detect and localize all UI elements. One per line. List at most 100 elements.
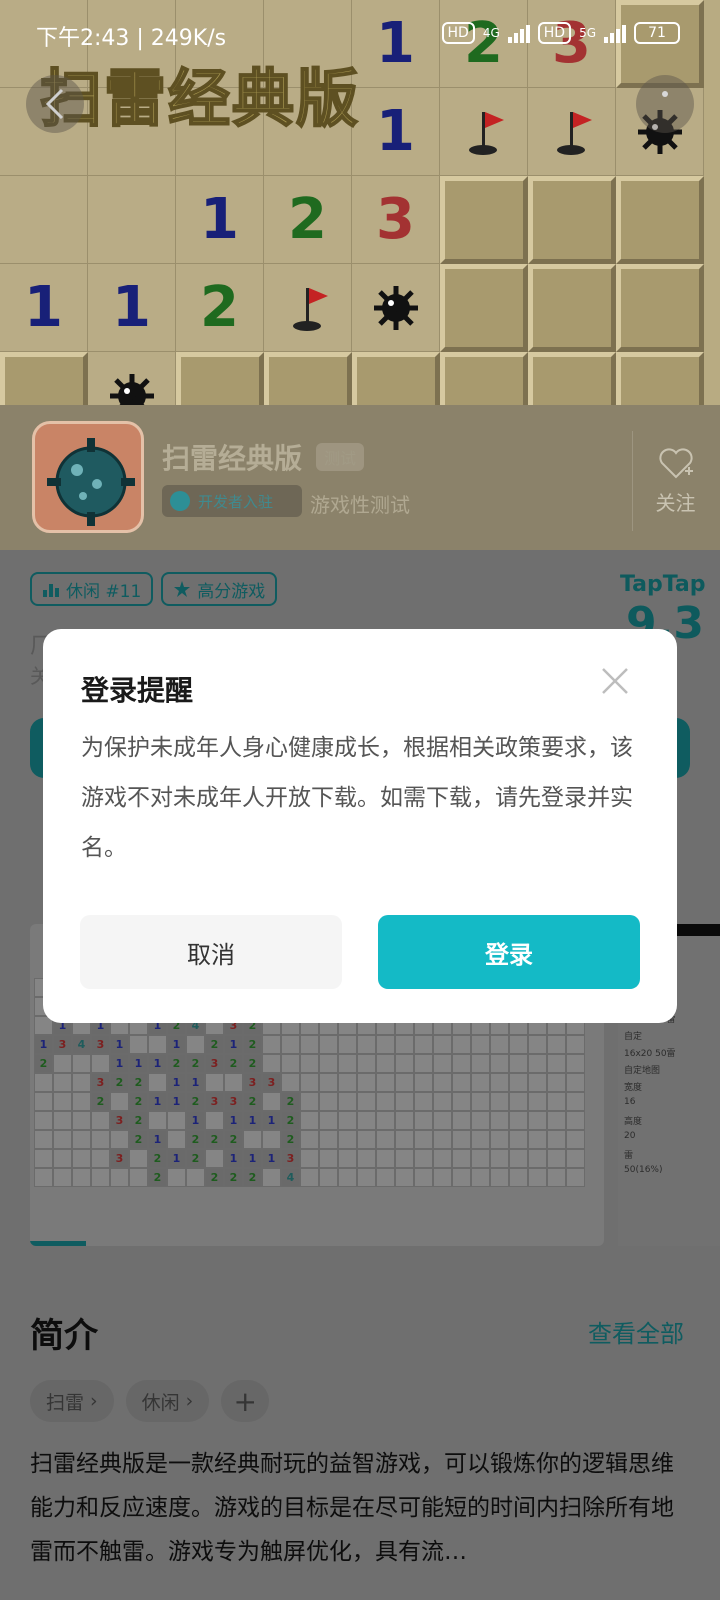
chip-casual[interactable]: 休闲 › (125, 1380, 210, 1422)
mini-cell: 1 (243, 1111, 262, 1130)
mini-cell (433, 1054, 452, 1073)
login-button[interactable]: 登录 (378, 915, 640, 989)
mini-cell (471, 1035, 490, 1054)
view-all-link[interactable]: 查看全部 (588, 1314, 684, 1349)
hidden-cell (176, 352, 264, 405)
mini-cell (452, 1035, 471, 1054)
mini-cell (395, 1149, 414, 1168)
chevron-left-icon (45, 88, 64, 120)
mini-cell: 2 (186, 1092, 205, 1111)
mini-cell (547, 1073, 566, 1092)
mini-cell (148, 1073, 167, 1092)
mini-cell (300, 1130, 319, 1149)
mini-cell: 3 (53, 1035, 72, 1054)
mini-cell (281, 1073, 300, 1092)
mini-cell (490, 1130, 509, 1149)
mini-cell (300, 1111, 319, 1130)
side-label: 宽度 (624, 1083, 643, 1093)
mini-cell (167, 1168, 186, 1187)
app-icon (32, 421, 144, 533)
hd-badge-2: HD (537, 22, 572, 44)
chip-minesweeper-label: 扫雷 (46, 1391, 85, 1414)
mini-cell (452, 1168, 471, 1187)
app-name: 扫雷经典版 (162, 442, 303, 475)
mini-cell (91, 1054, 110, 1073)
mini-cell: 2 (243, 1092, 262, 1111)
plus-icon: + (233, 1384, 257, 1418)
mini-cell (91, 1130, 110, 1149)
tag-high-score[interactable]: 高分游戏 (161, 572, 278, 606)
mini-cell (566, 1073, 585, 1092)
mini-cell: 2 (205, 1168, 224, 1187)
mini-cell (452, 1111, 471, 1130)
mini-cell: 1 (148, 1054, 167, 1073)
mini-cell (319, 1054, 338, 1073)
mini-cell (53, 1168, 72, 1187)
side-label: 自定地图 (624, 1066, 661, 1076)
mini-cell (414, 1168, 433, 1187)
mini-cell (452, 1149, 471, 1168)
cancel-button[interactable]: 取消 (80, 915, 342, 989)
mini-cell: 3 (281, 1149, 300, 1168)
mini-cell (433, 1149, 452, 1168)
tag-rank[interactable]: 休闲 #11 (30, 572, 154, 606)
mini-cell (471, 1130, 490, 1149)
mini-cell: 1 (243, 1149, 262, 1168)
mini-cell (547, 1035, 566, 1054)
close-icon[interactable] (599, 665, 631, 697)
mini-cell (72, 1130, 91, 1149)
mini-cell (319, 1130, 338, 1149)
mini-cell: 1 (129, 1054, 148, 1073)
mini-cell (471, 1054, 490, 1073)
follow-button[interactable]: 关注 (632, 431, 718, 531)
mini-cell (566, 1054, 585, 1073)
dialog-message: 为保护未成年人身心健康成长，根据相关政策要求，该游戏不对未成年人开放下载。如需下… (81, 735, 633, 861)
mini-cell (53, 1092, 72, 1111)
mini-cell (528, 1149, 547, 1168)
side-label: 20 (624, 1131, 636, 1141)
more-button[interactable] (636, 75, 694, 133)
mini-cell (452, 1073, 471, 1092)
add-tag-button[interactable]: + (221, 1380, 270, 1422)
developer-badge[interactable]: 开发者入驻 (162, 485, 302, 517)
mini-cell: 2 (281, 1092, 300, 1111)
side-label: 自定 (624, 1032, 643, 1042)
mini-cell (414, 1073, 433, 1092)
status-time: 下午2:43 | 249K/s (36, 26, 227, 51)
download-button-right-edge[interactable] (676, 718, 690, 778)
mini-cell (566, 1168, 585, 1187)
flag-icon (528, 88, 616, 176)
number-cell: 1 (0, 264, 88, 352)
mine-icon (88, 352, 176, 405)
mini-cell: 1 (34, 1035, 53, 1054)
mini-cell (338, 1054, 357, 1073)
back-button[interactable] (26, 75, 84, 133)
mini-cell (528, 1130, 547, 1149)
intro-title: 简介 (30, 1316, 98, 1356)
open-cell (88, 176, 176, 264)
open-cell (0, 176, 88, 264)
chip-minesweeper[interactable]: 扫雷 › (30, 1380, 114, 1422)
download-button-left-edge[interactable] (30, 718, 44, 778)
mini-cell (547, 1054, 566, 1073)
mini-cell (243, 1130, 262, 1149)
mini-cell (509, 1054, 528, 1073)
mini-cell: 2 (224, 1168, 243, 1187)
tag-row: 休闲 #11 高分游戏 (30, 572, 278, 606)
mini-cell (490, 1168, 509, 1187)
mini-cell (509, 1111, 528, 1130)
mini-cell: 3 (110, 1111, 129, 1130)
mini-cell: 3 (91, 1073, 110, 1092)
mini-cell (148, 1035, 167, 1054)
mini-cell (319, 1035, 338, 1054)
tag-high-score-label: 高分游戏 (197, 581, 266, 602)
mini-cell: 2 (205, 1130, 224, 1149)
hidden-cell (352, 352, 440, 405)
mini-cell (376, 1092, 395, 1111)
mini-cell (34, 1168, 53, 1187)
intro-description: 扫雷经典版是一款经典耐玩的益智游戏，可以锻炼你的逻辑思维能力和反应速度。游戏的目… (30, 1451, 674, 1565)
mini-cell (338, 1130, 357, 1149)
rank-icon (43, 584, 59, 597)
mini-cell (414, 1111, 433, 1130)
mini-cell (566, 1035, 585, 1054)
